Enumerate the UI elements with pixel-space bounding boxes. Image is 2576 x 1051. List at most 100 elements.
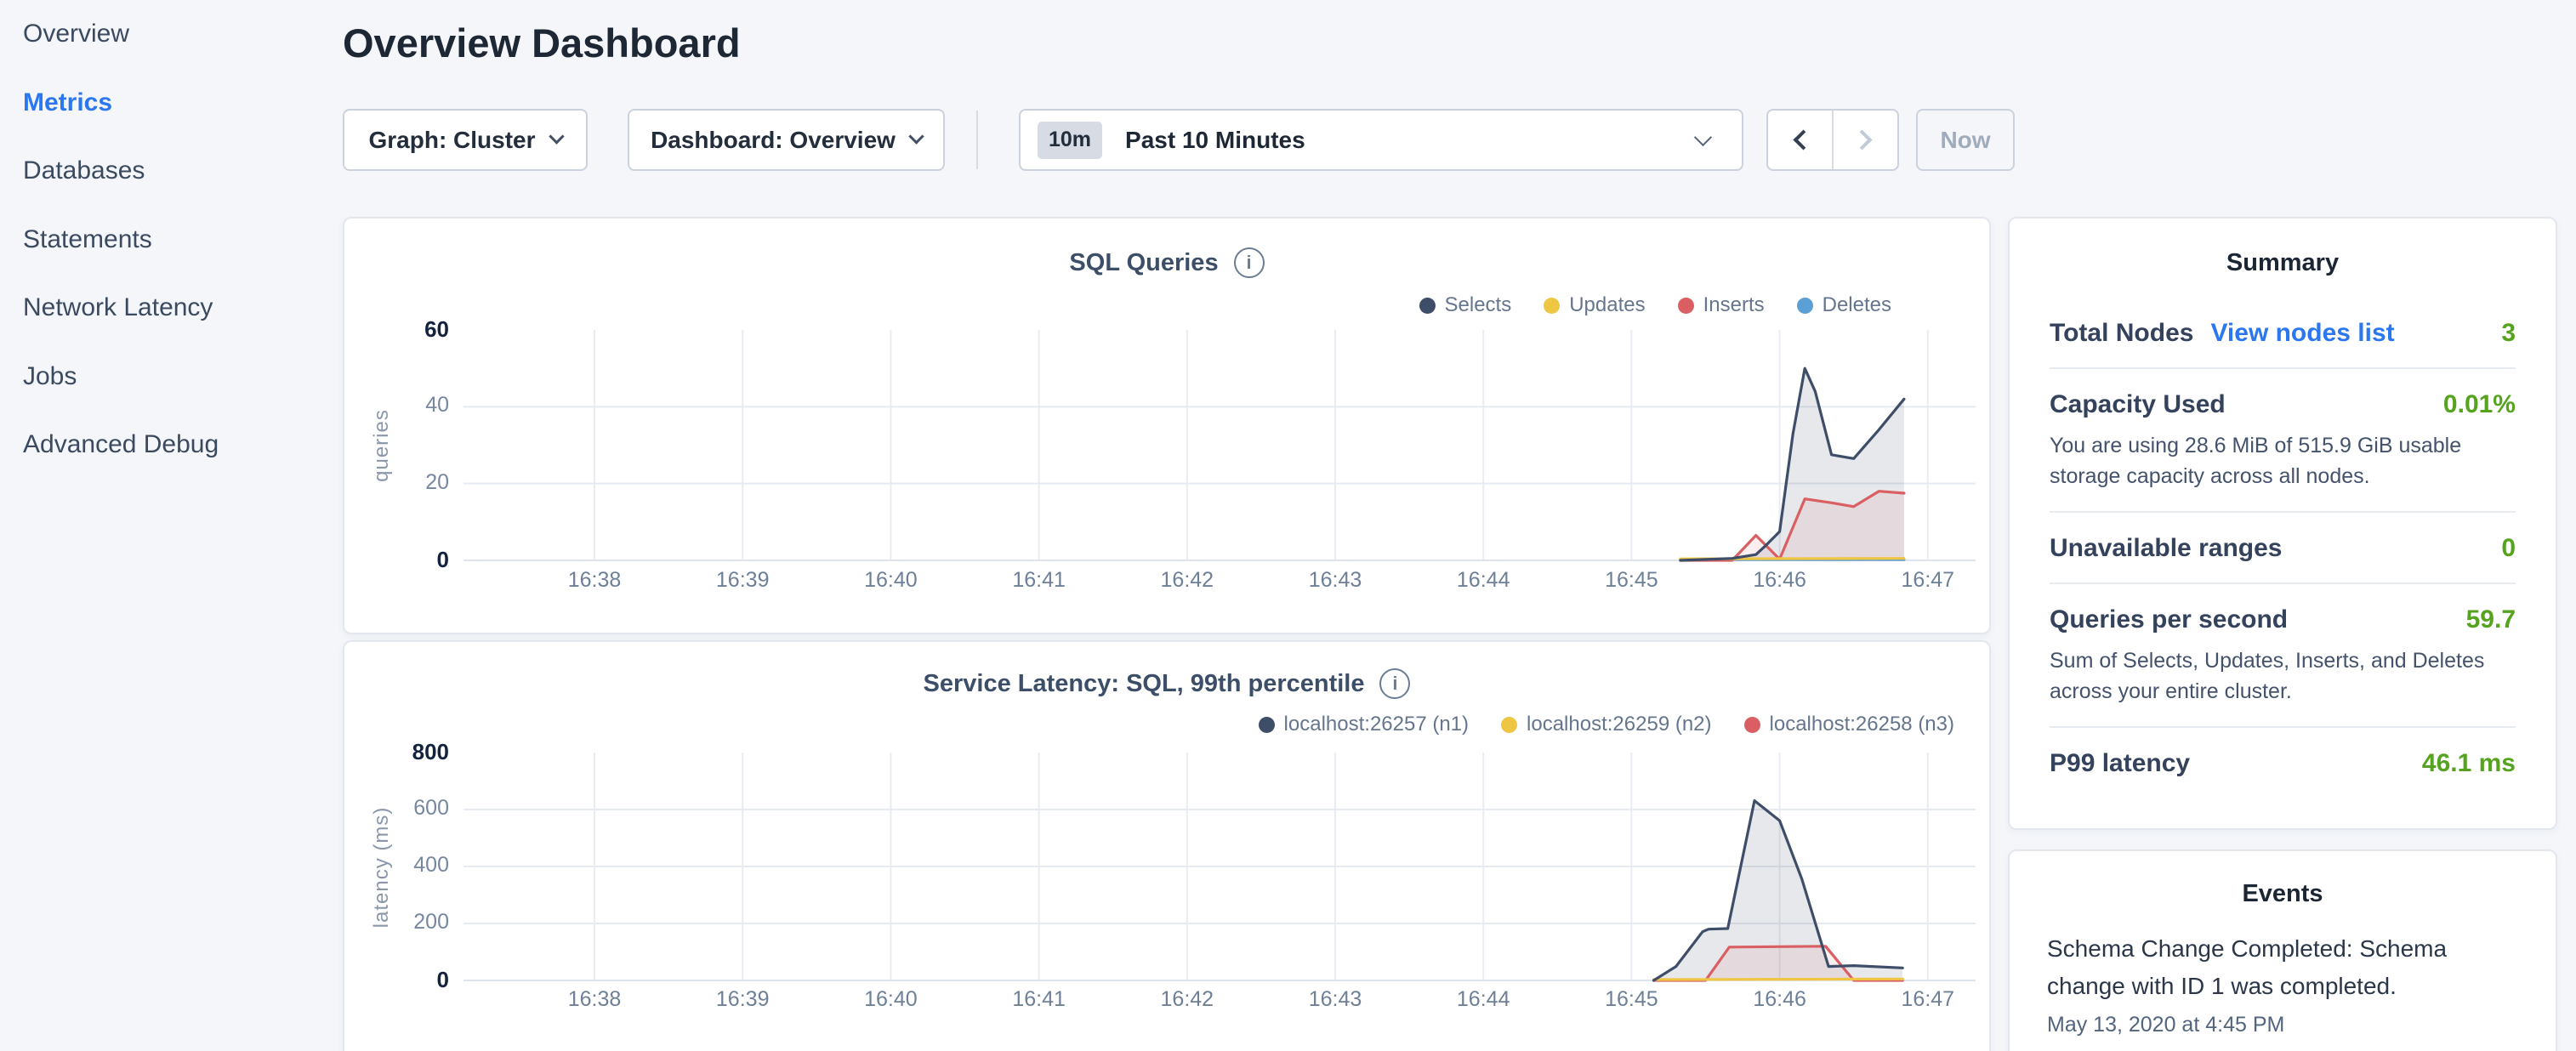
x-tick-label: 16:39	[683, 568, 802, 593]
summary-row-label: Capacity Used	[2050, 390, 2226, 419]
x-tick-label: 16:44	[1424, 987, 1543, 1012]
legend-dot-icon	[1419, 298, 1436, 314]
info-icon[interactable]: i	[1234, 247, 1265, 278]
chevron-down-icon	[549, 128, 564, 144]
sidebar-item-databases[interactable]: Databases	[0, 137, 340, 206]
event-message: Schema Change Completed: Schema change w…	[2047, 930, 2464, 1005]
legend-dot-icon	[1678, 298, 1694, 314]
chart-title: Service Latency: SQL, 99th percentile	[924, 670, 1365, 698]
series-line-localhost-26258-n3	[1654, 946, 1903, 980]
sql-queries-chart-card: SQL Queries i Selects Updates Inserts Delet…	[343, 217, 1991, 634]
legend-label: localhost:26259 (n2)	[1527, 713, 1711, 736]
view-nodes-list-link[interactable]: View nodes list	[2210, 319, 2394, 348]
graph-dropdown[interactable]: Graph: Cluster	[343, 109, 588, 171]
now-button[interactable]: Now	[1916, 109, 2015, 171]
x-tick-label: 16:42	[1128, 987, 1247, 1012]
legend-item-inserts: Inserts	[1678, 293, 1765, 317]
time-step-buttons	[1766, 109, 1899, 171]
x-tick-label: 16:41	[980, 568, 1099, 593]
x-tick-label: 16:47	[1868, 987, 1987, 1012]
chart-legend: localhost:26257 (n1) localhost:26259 (n2)…	[1259, 713, 1954, 736]
dashboard-dropdown[interactable]: Dashboard: Overview	[628, 109, 945, 171]
dashboard-dropdown-label: Dashboard: Overview	[651, 127, 896, 154]
series-area-selects	[1680, 368, 1904, 560]
summary-row-unavailable-ranges: Unavailable ranges 0	[2050, 511, 2516, 582]
toolbar-divider	[976, 111, 978, 169]
summary-row-queries-per-second: Queries per second59.7Sum of Selects, Up…	[2050, 582, 2516, 726]
x-tick-label: 16:45	[1572, 568, 1691, 593]
legend-item-deletes: Deletes	[1797, 293, 1891, 317]
summary-row-label: P99 latency	[2050, 749, 2190, 778]
summary-row-label: Queries per second	[2050, 605, 2288, 634]
summary-row-value: 46.1 ms	[2422, 749, 2516, 778]
series-line-updates	[1680, 559, 1904, 560]
x-tick-label: 16:40	[831, 987, 950, 1012]
legend-label: Updates	[1569, 293, 1645, 317]
summary-row-description: Sum of Selects, Updates, Inserts, and De…	[2050, 645, 2528, 707]
sidebar-item-network-latency[interactable]: Network Latency	[0, 274, 340, 343]
y-tick-label: 400	[344, 853, 449, 878]
x-tick-label: 16:43	[1276, 568, 1395, 593]
legend-dot-icon	[1501, 717, 1517, 733]
y-tick-label: 40	[344, 393, 449, 418]
legend-item-selects: Selects	[1419, 293, 1512, 317]
x-tick-label: 16:46	[1720, 987, 1840, 1012]
summary-row-value: 3	[2501, 319, 2516, 348]
summary-row-value: 0.01%	[2443, 390, 2516, 419]
sidebar-item-metrics[interactable]: Metrics	[0, 69, 340, 138]
summary-row-capacity-used: Capacity Used0.01%You are using 28.6 MiB…	[2050, 367, 2516, 511]
page-title: Overview Dashboard	[343, 20, 741, 66]
chart-title-row: Service Latency: SQL, 99th percentile i	[344, 668, 1989, 699]
series-line-localhost-26257-n1	[1654, 801, 1903, 980]
x-tick-label: 16:42	[1128, 568, 1247, 593]
y-tick-label: 60	[344, 316, 449, 343]
chart-legend: Selects Updates Inserts Deletes	[1419, 293, 1892, 317]
event-item: Schema Change Completed: Schema change w…	[2047, 930, 2518, 1037]
summary-rows: Total Nodes View nodes list 3 Capacity Used…	[2050, 298, 2516, 798]
summary-row-label: Total Nodes	[2050, 319, 2193, 348]
sidebar-item-statements[interactable]: Statements	[0, 206, 340, 275]
y-tick-label: 600	[344, 796, 449, 821]
x-tick-label: 16:40	[831, 568, 950, 593]
summary-row-p99-latency: P99 latency 46.1 ms	[2050, 726, 2516, 798]
summary-panel: Summary Total Nodes View nodes list 3 Capac…	[2008, 217, 2557, 830]
summary-row-value: 59.7	[2466, 605, 2516, 634]
app-root: OverviewMetricsDatabasesStatementsNetwor…	[0, 0, 2576, 1051]
chevron-left-icon	[1793, 129, 1813, 150]
y-tick-label: 800	[344, 739, 449, 765]
events-panel: Events Schema Change Completed: Schema c…	[2008, 849, 2557, 1051]
legend-item-updates: Updates	[1544, 293, 1645, 317]
series-line-selects	[1680, 368, 1904, 560]
time-range-dropdown[interactable]: 10m Past 10 Minutes	[1019, 109, 1743, 171]
x-tick-label: 16:44	[1424, 568, 1543, 593]
x-tick-label: 16:47	[1868, 568, 1987, 593]
series-line-localhost-26259-n2	[1654, 979, 1903, 980]
chart-title: SQL Queries	[1069, 249, 1218, 277]
series-area-inserts	[1680, 491, 1904, 560]
sidebar-item-overview[interactable]: Overview	[0, 0, 340, 69]
y-tick-label: 20	[344, 470, 449, 495]
x-tick-label: 16:45	[1572, 987, 1691, 1012]
summary-row-description: You are using 28.6 MiB of 515.9 GiB usab…	[2050, 430, 2528, 491]
time-range-label: Past 10 Minutes	[1125, 127, 1697, 154]
sidebar-item-jobs[interactable]: Jobs	[0, 343, 340, 412]
time-step-forward-button[interactable]	[1832, 111, 1897, 169]
chevron-down-icon	[908, 128, 924, 144]
x-tick-label: 16:41	[980, 987, 1099, 1012]
summary-heading: Summary	[2050, 249, 2516, 277]
legend-label: localhost:26257 (n1)	[1284, 713, 1469, 736]
chart-title-row: SQL Queries i	[344, 247, 1989, 278]
legend-item-localhost-26258-n3: localhost:26258 (n3)	[1744, 713, 1954, 736]
legend-dot-icon	[1744, 717, 1760, 733]
service-latency-chart-card: Service Latency: SQL, 99th percentile i …	[343, 640, 1991, 1051]
sidebar: OverviewMetricsDatabasesStatementsNetwor…	[0, 0, 340, 480]
summary-row-label: Unavailable ranges	[2050, 534, 2282, 563]
x-tick-label: 16:38	[535, 987, 654, 1012]
legend-label: localhost:26258 (n3)	[1770, 713, 1954, 736]
legend-dot-icon	[1544, 298, 1560, 314]
time-step-back-button[interactable]	[1768, 111, 1832, 169]
info-icon[interactable]: i	[1379, 668, 1410, 699]
summary-row-value: 0	[2501, 534, 2516, 563]
summary-row-total-nodes: Total Nodes View nodes list 3	[2050, 298, 2516, 367]
sidebar-item-advanced-debug[interactable]: Advanced Debug	[0, 411, 340, 480]
